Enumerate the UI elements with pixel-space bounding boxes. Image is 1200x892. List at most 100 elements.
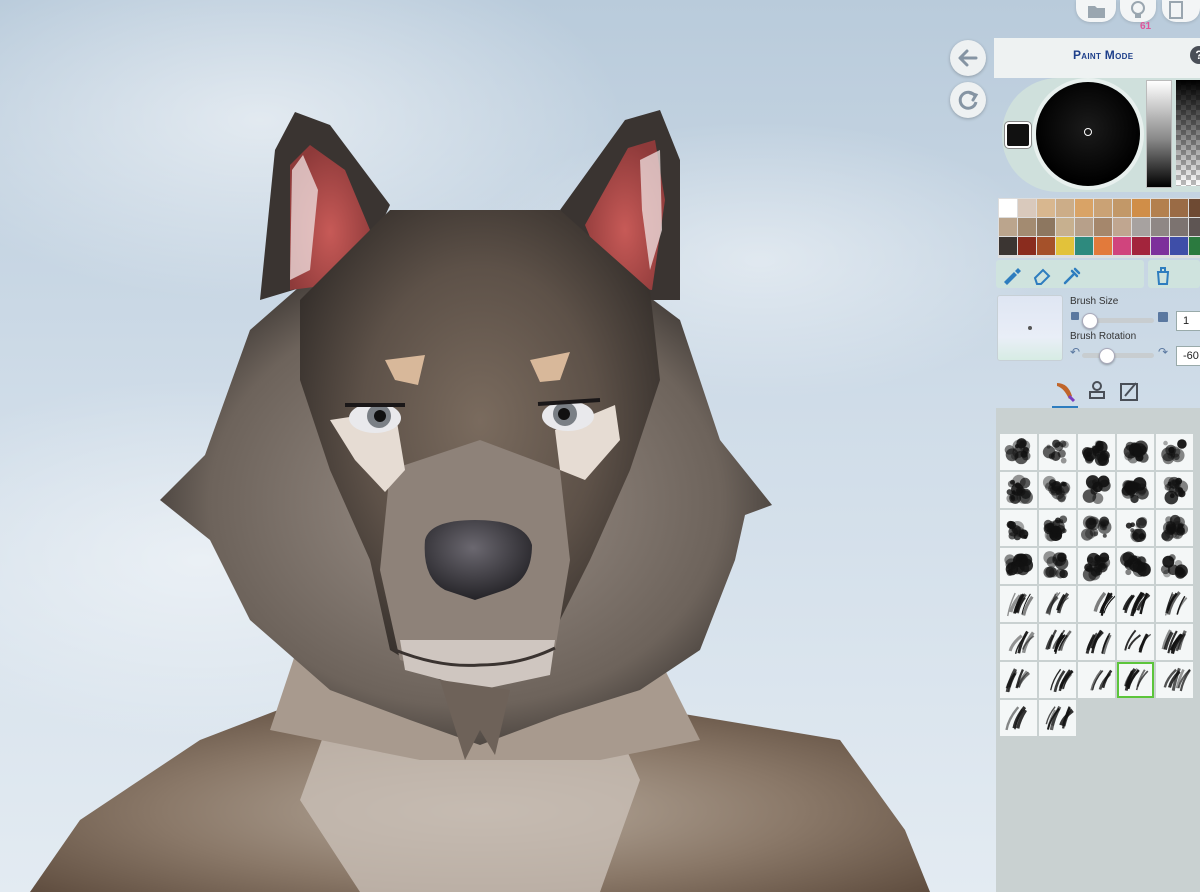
brush-thumbnail[interactable] (1000, 624, 1037, 660)
brush-thumbnail[interactable] (1000, 700, 1037, 736)
palette-swatch[interactable] (1018, 199, 1036, 217)
brush-thumbnail[interactable] (1039, 434, 1076, 470)
palette-swatch[interactable] (1170, 237, 1188, 255)
palette-swatch[interactable] (1056, 237, 1074, 255)
brush-thumbnail[interactable] (1000, 548, 1037, 584)
palette-swatch[interactable] (1094, 237, 1112, 255)
brush-thumbnail[interactable] (1000, 472, 1037, 508)
palette-swatch[interactable] (1189, 218, 1200, 236)
brush-thumbnail[interactable] (1078, 434, 1115, 470)
brush-thumbnail[interactable] (1039, 472, 1076, 508)
brush-thumbnail[interactable] (1156, 662, 1193, 698)
palette-swatch[interactable] (1075, 237, 1093, 255)
palette-swatch[interactable] (1132, 218, 1150, 236)
brush-thumbnail[interactable] (1117, 472, 1154, 508)
palette-swatch[interactable] (1018, 237, 1036, 255)
eraser-tool-button[interactable] (1030, 264, 1052, 286)
palette-swatch[interactable] (1189, 199, 1200, 217)
brush-tool-button[interactable] (1000, 264, 1022, 286)
brush-thumbnail[interactable] (1078, 472, 1115, 508)
brush-thumbnail[interactable] (1156, 510, 1193, 546)
brush-thumbnail[interactable] (1078, 586, 1115, 622)
palette-swatch[interactable] (999, 199, 1017, 217)
brush-thumbnail[interactable] (1156, 586, 1193, 622)
color-wheel-cursor[interactable] (1084, 128, 1092, 136)
palette-swatch[interactable] (1094, 218, 1112, 236)
brush-size-input[interactable]: 1 (1176, 311, 1200, 331)
brush-thumbnail[interactable] (1156, 548, 1193, 584)
tab-stamps[interactable] (1084, 378, 1110, 406)
palette-swatch[interactable] (1018, 218, 1036, 236)
rotate-left-icon[interactable]: ↶ (1070, 345, 1080, 359)
brush-shape-icon (1090, 669, 1113, 691)
brush-rotation-slider[interactable] (1082, 353, 1154, 358)
brush-thumbnail[interactable] (1078, 510, 1115, 546)
brush-thumbnail[interactable] (1000, 510, 1037, 546)
brush-thumbnail[interactable] (1039, 548, 1076, 584)
brush-thumbnail[interactable] (1156, 472, 1193, 508)
opacity-slider[interactable] (1176, 80, 1200, 186)
palette-swatch[interactable] (1132, 237, 1150, 255)
palette-swatch[interactable] (1113, 237, 1131, 255)
brush-thumbnail[interactable] (1039, 624, 1076, 660)
brush-thumbnail[interactable] (1078, 624, 1115, 660)
brush-rotation-input[interactable]: -60 (1176, 346, 1200, 366)
palette-swatch[interactable] (1151, 237, 1169, 255)
palette-swatch[interactable] (1037, 218, 1055, 236)
palette-swatch[interactable] (1037, 199, 1055, 217)
tab-brushes[interactable] (1052, 378, 1078, 409)
document-icon[interactable] (1162, 0, 1200, 22)
reset-button[interactable] (950, 82, 986, 118)
brush-thumbnail[interactable] (1000, 662, 1037, 698)
color-palette (998, 198, 1200, 258)
eyedropper-tool-button[interactable] (1060, 264, 1082, 286)
brush-thumbnail[interactable] (1000, 434, 1037, 470)
brush-thumbnail[interactable] (1117, 510, 1154, 546)
back-button[interactable] (950, 40, 986, 76)
brush-thumbnail[interactable] (1078, 548, 1115, 584)
brightness-slider[interactable] (1146, 80, 1172, 188)
tab-stickers[interactable] (1116, 378, 1142, 406)
palette-swatch[interactable] (1056, 199, 1074, 217)
brush-thumbnail[interactable] (1117, 624, 1154, 660)
brush-shape-icon (1004, 438, 1031, 465)
brush-rotation-knob[interactable] (1098, 348, 1115, 364)
brush-thumbnail[interactable] (1156, 434, 1193, 470)
brush-thumbnail[interactable] (1078, 662, 1115, 698)
size-small-icon[interactable] (1071, 312, 1079, 320)
palette-swatch[interactable] (1075, 218, 1093, 236)
palette-swatch[interactable] (1037, 237, 1055, 255)
brush-grid (1000, 434, 1193, 736)
rotate-right-icon[interactable]: ↷ (1158, 345, 1168, 359)
size-large-icon[interactable] (1158, 312, 1168, 322)
brush-shape-icon (1006, 474, 1033, 504)
palette-swatch[interactable] (1170, 199, 1188, 217)
palette-swatch[interactable] (1151, 199, 1169, 217)
folder-icon[interactable] (1076, 0, 1116, 22)
brush-thumbnail[interactable] (1039, 700, 1076, 736)
palette-swatch[interactable] (1113, 199, 1131, 217)
brush-thumbnail[interactable] (1117, 434, 1154, 470)
brush-thumbnail[interactable] (1039, 510, 1076, 546)
brush-thumbnail[interactable] (1117, 586, 1154, 622)
palette-swatch[interactable] (999, 218, 1017, 236)
fill-tool-button[interactable] (1152, 264, 1174, 286)
brush-thumbnail[interactable] (1000, 586, 1037, 622)
brush-thumbnail[interactable] (1117, 548, 1154, 584)
brush-thumbnail[interactable] (1156, 624, 1193, 660)
palette-swatch[interactable] (1113, 218, 1131, 236)
palette-swatch[interactable] (1094, 199, 1112, 217)
palette-swatch[interactable] (1132, 199, 1150, 217)
palette-swatch[interactable] (1056, 218, 1074, 236)
brush-shape-icon (1123, 667, 1149, 691)
palette-swatch[interactable] (1151, 218, 1169, 236)
brush-thumbnail[interactable] (1039, 662, 1076, 698)
palette-swatch[interactable] (1170, 218, 1188, 236)
current-color-swatch[interactable] (1005, 122, 1031, 148)
lightbulb-icon[interactable] (1120, 0, 1156, 22)
palette-swatch[interactable] (999, 237, 1017, 255)
palette-swatch[interactable] (1075, 199, 1093, 217)
brush-thumbnail[interactable] (1117, 662, 1154, 698)
palette-swatch[interactable] (1189, 237, 1200, 255)
brush-thumbnail[interactable] (1039, 586, 1076, 622)
